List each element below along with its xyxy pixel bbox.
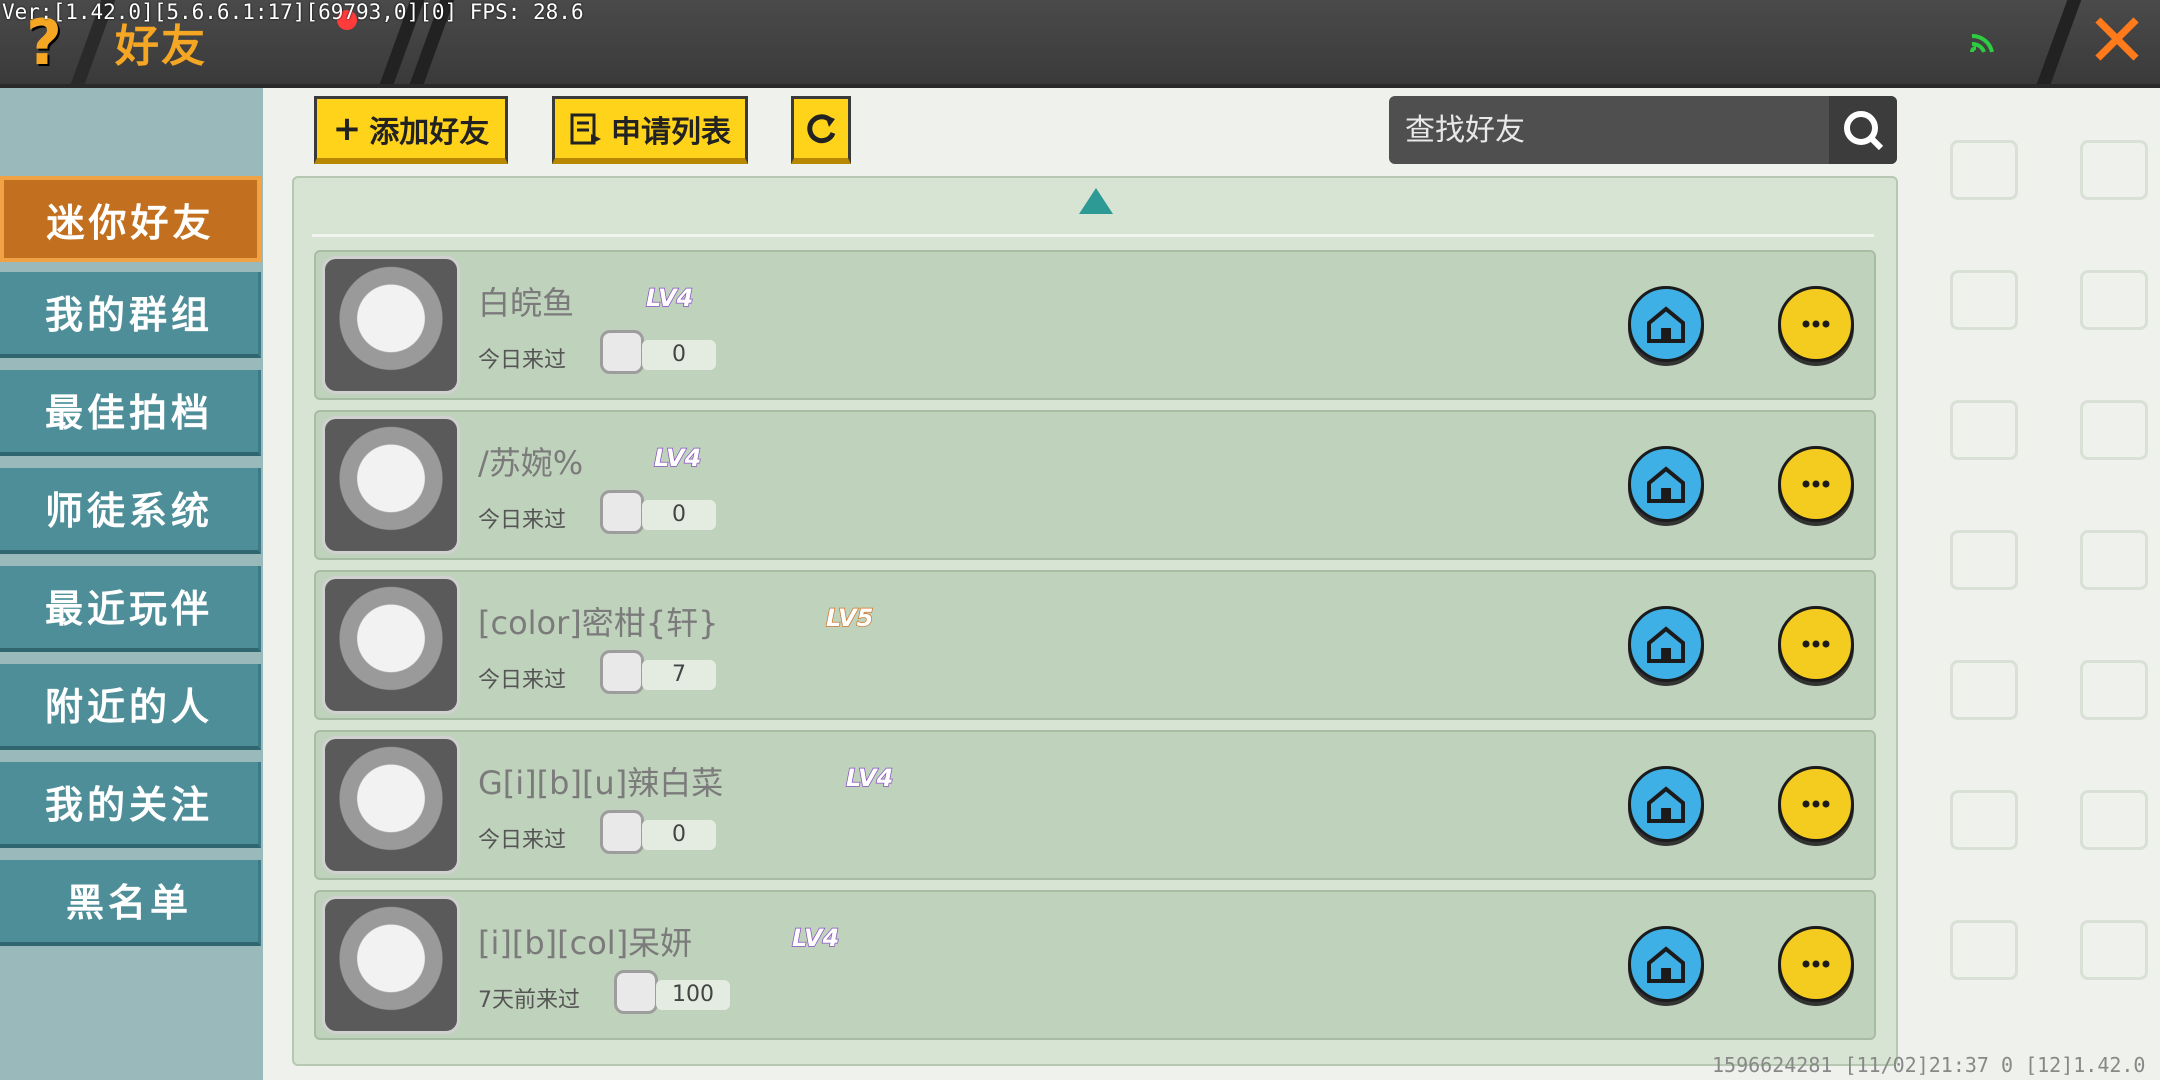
friend-name: /苏婉% bbox=[478, 444, 584, 482]
divider bbox=[2036, 0, 2082, 84]
signal-icon bbox=[1970, 33, 1994, 53]
friend-row[interactable]: [i][b][col]呆妍 LV4 7天前来过 100 bbox=[314, 890, 1876, 1040]
chat-bubble-icon bbox=[1802, 480, 1830, 488]
friend-row[interactable]: 白皖鱼 LV4 今日来过 0 bbox=[314, 250, 1876, 400]
footer-status: 1596624281 [11/02]21:37 0 [12]1.42.0 bbox=[1712, 1053, 2146, 1077]
visit-count-icon bbox=[600, 490, 644, 534]
sidebar-item-my-groups[interactable]: 我的群组 bbox=[0, 272, 261, 358]
avatar[interactable] bbox=[322, 576, 460, 714]
visit-count-icon bbox=[600, 650, 644, 694]
plus-icon: + bbox=[332, 108, 362, 149]
avatar[interactable] bbox=[322, 256, 460, 394]
friend-name: 白皖鱼 bbox=[478, 284, 575, 322]
chat-bubble-icon bbox=[1802, 640, 1830, 648]
sidebar-item-best-partner[interactable]: 最佳拍档 bbox=[0, 370, 261, 456]
friend-name: [i][b][col]呆妍 bbox=[478, 924, 693, 962]
friend-row[interactable]: /苏婉% LV4 今日来过 0 bbox=[314, 410, 1876, 560]
visit-count: 100 bbox=[656, 980, 730, 1010]
search-box bbox=[1389, 96, 1897, 164]
refresh-button[interactable] bbox=[791, 96, 851, 164]
chat-button[interactable] bbox=[1778, 446, 1854, 522]
house-icon bbox=[1647, 466, 1685, 503]
search-button[interactable] bbox=[1829, 96, 1897, 164]
friend-row[interactable]: G[i][b][u]辣白菜 LV4 今日来过 0 bbox=[314, 730, 1876, 880]
visit-home-button[interactable] bbox=[1628, 926, 1704, 1002]
last-visit: 今日来过 bbox=[478, 348, 567, 373]
debug-overlay: Ver:[1.42.0][5.6.6.1:17][69793,0][0] FPS… bbox=[2, 0, 584, 24]
divider bbox=[312, 234, 1874, 237]
visit-count: 0 bbox=[642, 820, 716, 850]
house-icon bbox=[1647, 626, 1685, 663]
request-list-button[interactable]: 申请列表 bbox=[552, 96, 748, 164]
close-x-icon[interactable]: ✕ bbox=[2082, 4, 2152, 78]
level-badge: LV4 bbox=[653, 443, 702, 473]
add-friend-label: 添加好友 bbox=[369, 114, 490, 150]
visit-count: 0 bbox=[642, 500, 716, 530]
sidebar-item-mentor-system[interactable]: 师徒系统 bbox=[0, 468, 261, 554]
visit-count: 7 bbox=[642, 660, 716, 690]
chat-bubble-icon bbox=[1802, 960, 1830, 968]
friend-row[interactable]: [color]密柑{轩} LV5 今日来过 7 bbox=[314, 570, 1876, 720]
visit-home-button[interactable] bbox=[1628, 766, 1704, 842]
sidebar-item-mini-friends[interactable]: 迷你好友 bbox=[0, 176, 261, 262]
visit-home-button[interactable] bbox=[1628, 446, 1704, 522]
house-icon bbox=[1647, 306, 1685, 343]
level-badge: LV4 bbox=[645, 283, 694, 313]
list-icon bbox=[570, 113, 601, 144]
visit-count-icon bbox=[600, 810, 644, 854]
scroll-up-arrow-icon[interactable] bbox=[1079, 188, 1113, 214]
friend-name: G[i][b][u]辣白菜 bbox=[478, 764, 724, 802]
house-icon bbox=[1647, 946, 1685, 983]
last-visit: 今日来过 bbox=[478, 668, 567, 693]
avatar[interactable] bbox=[322, 736, 460, 874]
last-visit: 今日来过 bbox=[478, 828, 567, 853]
friend-name: [color]密柑{轩} bbox=[478, 604, 719, 642]
last-visit: 今日来过 bbox=[478, 508, 567, 533]
chat-bubble-icon bbox=[1802, 800, 1830, 808]
avatar[interactable] bbox=[322, 416, 460, 554]
chat-button[interactable] bbox=[1778, 286, 1854, 362]
visit-count: 0 bbox=[642, 340, 716, 370]
chat-button[interactable] bbox=[1778, 926, 1854, 1002]
sidebar-item-following[interactable]: 我的关注 bbox=[0, 762, 261, 848]
add-friend-button[interactable]: + 添加好友 bbox=[314, 96, 508, 164]
visit-count-icon bbox=[614, 970, 658, 1014]
sidebar-item-recent-players[interactable]: 最近玩伴 bbox=[0, 566, 261, 652]
chat-button[interactable] bbox=[1778, 766, 1854, 842]
refresh-icon bbox=[807, 113, 836, 143]
search-input[interactable] bbox=[1403, 106, 1827, 154]
level-badge: LV4 bbox=[791, 923, 840, 953]
sidebar: 迷你好友 我的群组 最佳拍档 师徒系统 最近玩伴 附近的人 我的关注 黑名单 bbox=[0, 88, 263, 1080]
level-badge: LV5 bbox=[825, 603, 874, 633]
request-list-label: 申请列表 bbox=[611, 114, 731, 150]
chat-button[interactable] bbox=[1778, 606, 1854, 682]
sidebar-item-nearby[interactable]: 附近的人 bbox=[0, 664, 261, 750]
visit-count-icon bbox=[600, 330, 644, 374]
level-badge: LV4 bbox=[845, 763, 894, 793]
house-icon bbox=[1647, 786, 1685, 823]
visit-home-button[interactable] bbox=[1628, 606, 1704, 682]
last-visit: 7天前来过 bbox=[478, 988, 580, 1013]
chat-bubble-icon bbox=[1802, 320, 1830, 328]
sidebar-item-blacklist[interactable]: 黑名单 bbox=[0, 860, 261, 946]
avatar[interactable] bbox=[322, 896, 460, 1034]
visit-home-button[interactable] bbox=[1628, 286, 1704, 362]
search-icon bbox=[1844, 111, 1884, 151]
